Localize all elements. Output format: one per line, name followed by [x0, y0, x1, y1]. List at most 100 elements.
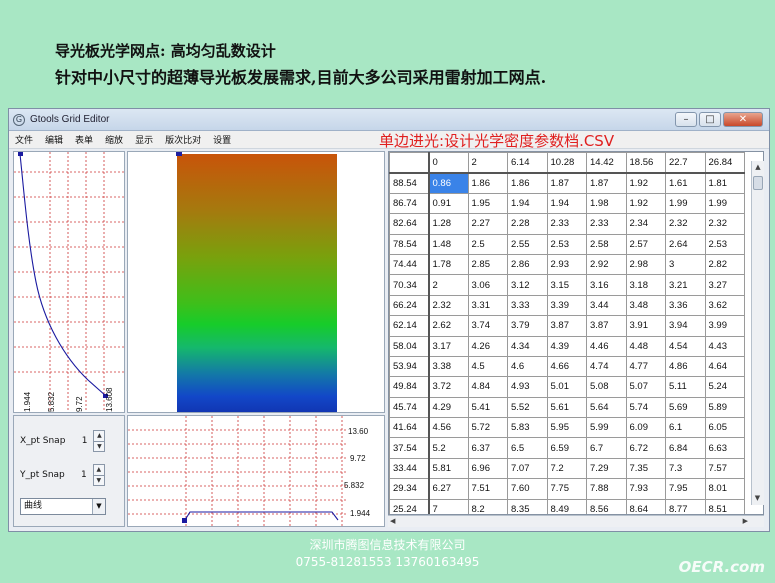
grid-cell[interactable]: 3.87 [546, 315, 587, 337]
column-header[interactable]: 14.42 [586, 152, 627, 174]
grid-cell[interactable]: 3.99 [704, 315, 745, 337]
grid-cell[interactable]: 8.77 [665, 498, 706, 514]
grid-cell[interactable]: 3.39 [546, 294, 587, 317]
grid-cell[interactable]: 7.29 [586, 457, 627, 480]
grid-cell[interactable]: 4.46 [586, 335, 627, 357]
grid-cell[interactable]: 4.5 [467, 355, 508, 378]
grid-cell[interactable]: 5.01 [546, 376, 587, 398]
grid-cell[interactable]: 2.93 [546, 253, 587, 276]
spin-down-icon[interactable]: ▼ [94, 442, 104, 452]
grid-cell[interactable]: 7.07 [507, 457, 548, 480]
grid-cell[interactable]: 5.61 [546, 396, 587, 419]
column-header[interactable]: 6.14 [507, 152, 548, 174]
x-snap-spinner[interactable]: ▲ ▼ [93, 430, 106, 452]
grid-cell[interactable]: 6.84 [665, 437, 706, 459]
grid-cell[interactable]: 6.72 [625, 437, 666, 459]
grid-cell[interactable]: 6.96 [467, 457, 508, 480]
grid-cell[interactable]: 4.64 [704, 355, 745, 378]
chevron-down-icon[interactable]: ▼ [92, 499, 105, 514]
grid-cell[interactable]: 3.48 [625, 294, 666, 317]
grid-cell[interactable]: 7.57 [704, 457, 745, 480]
horizontal-density-curve[interactable] [184, 511, 339, 521]
grid-cell[interactable]: 2.98 [625, 253, 666, 276]
grid-cell[interactable]: 3.15 [546, 274, 587, 296]
grid-cell[interactable]: 6.1 [665, 417, 706, 439]
grid-cell[interactable]: 5.72 [467, 417, 508, 439]
grid-cell[interactable]: 2.33 [586, 213, 627, 235]
row-header[interactable]: 66.24 [389, 294, 430, 317]
grid-cell[interactable]: 8.2 [467, 498, 508, 514]
grid-cell[interactable]: 8.51 [704, 498, 745, 514]
curve-handle-top[interactable] [18, 152, 23, 156]
column-header[interactable]: 18.56 [625, 152, 666, 174]
grid-cell[interactable]: 5.41 [467, 396, 508, 419]
grid-cell[interactable]: 3.27 [704, 274, 745, 296]
grid-cell[interactable]: 3.18 [625, 274, 666, 296]
row-header[interactable]: 33.44 [389, 457, 430, 480]
maximize-button[interactable]: □ [699, 112, 721, 127]
column-header[interactable]: 10.28 [546, 152, 587, 174]
grid-cell[interactable]: 5.08 [586, 376, 627, 398]
grid-cell[interactable]: 7.75 [546, 478, 587, 500]
x-snap-value[interactable]: 1 [79, 436, 88, 446]
grid-cell[interactable]: 1.78 [428, 253, 469, 276]
grid-cell[interactable]: 6.27 [428, 478, 469, 500]
menu-zoom[interactable]: 缩放 [105, 133, 123, 146]
grid-cell[interactable]: 1.61 [665, 172, 706, 194]
density-preview-pane[interactable] [127, 151, 385, 413]
grid-cell[interactable]: 2.53 [704, 233, 745, 255]
grid-cell[interactable]: 8.49 [546, 498, 587, 514]
grid-cell[interactable]: 1.87 [586, 172, 627, 194]
grid-cell[interactable]: 3.06 [467, 274, 508, 296]
menu-version-compare[interactable]: 版次比对 [165, 133, 201, 146]
menu-view[interactable]: 显示 [135, 133, 153, 146]
grid-cell[interactable]: 5.69 [665, 396, 706, 419]
scroll-thumb[interactable] [753, 176, 763, 190]
grid-cell[interactable]: 1.92 [625, 172, 666, 194]
minimize-button[interactable]: – [675, 112, 697, 127]
grid-cell[interactable]: 2.5 [467, 233, 508, 255]
grid-cell[interactable]: 4.84 [467, 376, 508, 398]
grid-cell[interactable]: 2.85 [467, 253, 508, 276]
grid-cell[interactable]: 3.72 [428, 376, 469, 398]
grid-cell[interactable]: 3.33 [507, 294, 548, 317]
grid-cell[interactable]: 3.44 [586, 294, 627, 317]
row-header[interactable]: 25.24 [389, 498, 430, 514]
grid-cell[interactable]: 3.36 [665, 294, 706, 317]
grid-cell[interactable]: 5.2 [428, 437, 469, 459]
vertical-scrollbar[interactable]: ▲ ▼ [751, 161, 764, 505]
grid-cell[interactable]: 5.89 [704, 396, 745, 419]
grid-cell[interactable]: 3.87 [586, 315, 627, 337]
column-header[interactable]: 0 [428, 152, 469, 174]
grid-cell[interactable]: 1.86 [467, 172, 508, 194]
row-header[interactable]: 41.64 [389, 417, 430, 439]
grid-cell[interactable]: 4.6 [507, 355, 548, 378]
grid-cell[interactable]: 2.32 [428, 294, 469, 317]
grid-cell[interactable]: 3.91 [625, 315, 666, 337]
row-header[interactable]: 49.84 [389, 376, 430, 398]
row-header[interactable]: 70.34 [389, 274, 430, 296]
grid-cell[interactable]: 2.53 [546, 233, 587, 255]
grid-cell[interactable]: 5.99 [586, 417, 627, 439]
grid-cell[interactable]: 2.82 [704, 253, 745, 276]
row-header[interactable]: 29.34 [389, 478, 430, 500]
grid-cell[interactable]: 4.93 [507, 376, 548, 398]
spin-up-icon[interactable]: ▲ [93, 465, 104, 476]
grid-cell[interactable]: 2.64 [665, 233, 706, 255]
grid-cell[interactable]: 8.01 [704, 478, 745, 500]
grid-cell[interactable]: 0.86 [428, 172, 469, 194]
grid-cell[interactable]: 4.56 [428, 417, 469, 439]
grid-cell[interactable]: 4.43 [704, 335, 745, 357]
curve-mode-select[interactable]: 曲线 ▼ [20, 498, 106, 515]
grid-cell[interactable]: 2.92 [586, 253, 627, 276]
grid-cell[interactable]: 1.86 [507, 172, 548, 194]
grid-cell[interactable]: 4.86 [665, 355, 706, 378]
grid-cell[interactable]: 7.60 [507, 478, 548, 500]
grid-cell[interactable]: 1.48 [428, 233, 469, 255]
grid-cell[interactable]: 1.87 [546, 172, 587, 194]
menu-form[interactable]: 表单 [75, 133, 93, 146]
grid-cell[interactable]: 7 [428, 498, 469, 514]
scroll-left-icon[interactable]: ◀ [390, 516, 395, 527]
grid-cell[interactable]: 5.95 [546, 417, 587, 439]
grid-cell[interactable]: 1.28 [428, 213, 469, 235]
